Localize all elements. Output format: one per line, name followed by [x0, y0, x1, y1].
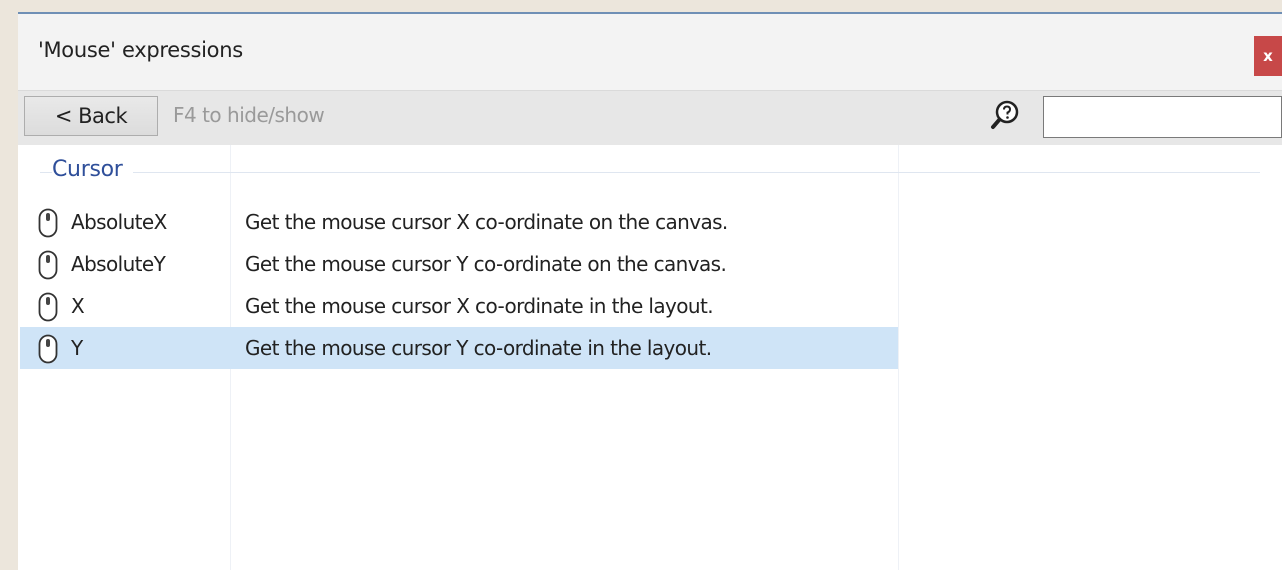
- back-button[interactable]: < Back: [24, 96, 158, 136]
- mouse-icon: [38, 208, 58, 238]
- item-name: AbsoluteY: [71, 252, 166, 276]
- column-divider: [898, 145, 899, 570]
- close-button[interactable]: x: [1254, 36, 1282, 76]
- item-description: Get the mouse cursor Y co-ordinate on th…: [245, 252, 727, 276]
- group-header-cursor: Cursor: [40, 155, 1260, 185]
- item-name: Y: [71, 336, 83, 360]
- list-item-y[interactable]: Y Get the mouse cursor Y co-ordinate in …: [20, 327, 898, 369]
- list-item-x[interactable]: X Get the mouse cursor X co-ordinate in …: [20, 285, 898, 327]
- hide-show-hint: F4 to hide/show: [173, 103, 325, 127]
- expression-list: Cursor AbsoluteX Get the mouse cursor X …: [18, 145, 1282, 570]
- mouse-icon: [38, 334, 58, 364]
- item-name: AbsoluteX: [71, 210, 167, 234]
- expressions-dialog: 'Mouse' expressions x < Back F4 to hide/…: [18, 12, 1282, 570]
- search-input[interactable]: [1043, 96, 1282, 138]
- dialog-title: 'Mouse' expressions: [38, 38, 243, 62]
- search-help-icon[interactable]: [990, 99, 1020, 133]
- list-item-absolutey[interactable]: AbsoluteY Get the mouse cursor Y co-ordi…: [20, 243, 898, 285]
- group-label: Cursor: [52, 157, 133, 182]
- mouse-icon: [38, 292, 58, 322]
- title-bar: 'Mouse' expressions x: [18, 14, 1282, 88]
- list-item-absolutex[interactable]: AbsoluteX Get the mouse cursor X co-ordi…: [20, 201, 898, 243]
- toolbar: < Back F4 to hide/show: [18, 90, 1282, 146]
- mouse-icon: [38, 250, 58, 280]
- group-divider-line: [40, 172, 1260, 173]
- item-description: Get the mouse cursor Y co-ordinate in th…: [245, 336, 712, 360]
- item-description: Get the mouse cursor X co-ordinate on th…: [245, 210, 728, 234]
- item-name: X: [71, 294, 85, 318]
- item-description: Get the mouse cursor X co-ordinate in th…: [245, 294, 714, 318]
